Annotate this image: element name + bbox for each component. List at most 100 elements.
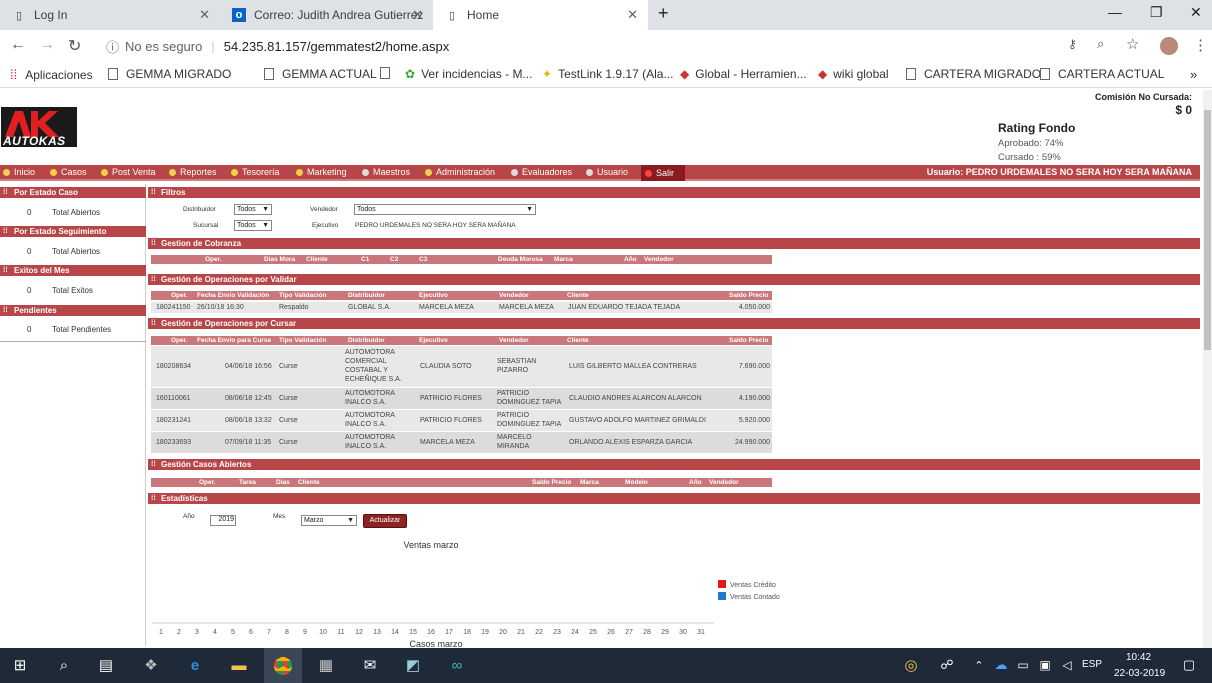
menu-usuario[interactable]: Usuario — [586, 167, 628, 177]
bookmark-item[interactable]: CARTERA ACTUAL — [1040, 67, 1164, 81]
page-icon — [1040, 68, 1050, 80]
logo-text: AUTOKAS — [3, 134, 66, 148]
forward-icon[interactable]: → — [39, 36, 55, 54]
bookmark-item[interactable]: ✦ TestLink 1.9.17 (Ala... — [542, 67, 673, 81]
bookmark-item[interactable]: ◆ Global - Herramien... — [680, 67, 807, 81]
bookmark-item[interactable]: GEMMA ACTUAL — [264, 67, 377, 81]
battery-icon[interactable]: ▭ — [1012, 655, 1034, 675]
more-bookmarks-icon[interactable]: » — [1190, 67, 1197, 82]
people-icon[interactable]: ☍ — [936, 655, 958, 675]
menu-evaluadores[interactable]: Evaluadores — [511, 167, 572, 177]
menu-reportes[interactable]: Reportes — [169, 167, 217, 177]
folder-icon — [169, 168, 176, 176]
actualizar-button[interactable]: Actualizar — [363, 514, 407, 528]
file-explorer-icon[interactable]: ▬ — [228, 655, 250, 675]
avatar[interactable] — [1160, 37, 1178, 55]
chevron-up-icon[interactable]: ⌃ — [968, 655, 990, 675]
table-row[interactable]: 180241150 26/10/18 16:30 Respaldo GLOBAL… — [151, 302, 772, 313]
anio-input[interactable]: 2019 — [210, 515, 236, 526]
tab-log-in[interactable]: ▯ Log In ✕ — [0, 0, 220, 30]
mail-icon[interactable]: ✉ — [359, 655, 381, 675]
network-icon[interactable]: ▣ — [1034, 655, 1056, 675]
security-warning: No es seguro — [125, 38, 203, 54]
x-tick-label: 3 — [195, 629, 199, 636]
coin-icon — [231, 168, 238, 176]
menu-maestros[interactable]: Maestros — [362, 167, 410, 177]
restore-icon[interactable]: ❐ — [1150, 4, 1163, 21]
folder-icon — [296, 168, 303, 176]
clock-time[interactable]: 10:42 — [1126, 652, 1151, 663]
app-icon[interactable]: ◩ — [402, 655, 424, 675]
new-tab-icon[interactable]: + — [658, 3, 669, 24]
language-indicator[interactable]: ESP — [1082, 659, 1102, 670]
menu-post-venta[interactable]: Post Venta — [101, 167, 156, 177]
table-row[interactable]: 180208634 04/06/18 16:56 Curse AUTOMOTOR… — [151, 346, 772, 387]
scrollbar[interactable] — [1203, 90, 1212, 648]
store-icon[interactable]: ▦ — [315, 655, 337, 675]
menu-tesoreria[interactable]: Tesorería — [231, 167, 280, 177]
bookmark-item[interactable] — [380, 67, 398, 79]
menu-administracion[interactable]: Administración — [425, 167, 495, 177]
reload-icon[interactable]: ↻ — [68, 36, 81, 56]
oper-link[interactable]: 180208634 — [156, 362, 191, 371]
cell: 7.690.000 — [738, 363, 770, 370]
bookmark-item[interactable]: ✿ Ver incidencias - M... — [405, 67, 532, 81]
close-tab-icon[interactable]: ✕ — [627, 7, 638, 23]
column-header: Vendedor — [499, 292, 529, 299]
minimize-icon[interactable]: — — [1108, 4, 1122, 20]
scrollbar-thumb[interactable] — [1204, 110, 1211, 350]
notification-app-icon[interactable]: ◎ — [900, 655, 922, 675]
menu-casos[interactable]: Casos — [50, 167, 87, 177]
menu-icon[interactable]: ⋮ — [1193, 36, 1208, 54]
search-icon[interactable]: ⌕ — [53, 655, 75, 675]
x-tick-label: 25 — [589, 629, 597, 636]
close-tab-icon[interactable]: ✕ — [412, 7, 423, 23]
section-cobranza-header: Gestion de Cobranza — [148, 238, 1200, 249]
back-icon[interactable]: ← — [10, 36, 26, 54]
table-row[interactable]: 160110061 08/06/18 12:45 Curse AUTOMOTOR… — [151, 388, 772, 409]
volume-icon[interactable]: ◁ — [1056, 655, 1078, 675]
cursar-table-header: Oper. Fecha Envio para Curse Tipo Valida… — [151, 336, 772, 345]
vendedor-select[interactable]: Todos — [354, 204, 536, 215]
clock-date[interactable]: 22-03-2019 — [1114, 668, 1165, 679]
chrome-taskbar-button[interactable] — [264, 648, 302, 683]
arduino-icon[interactable]: ∞ — [446, 655, 468, 675]
close-window-icon[interactable]: ✕ — [1190, 4, 1202, 21]
cell: 04/06/18 16:56 — [225, 363, 272, 370]
x-axis-label: Casos marzo — [409, 639, 462, 648]
bookmark-item[interactable]: GEMMA MIGRADO — [108, 67, 231, 81]
oper-link[interactable]: 180231241 — [156, 416, 191, 425]
sucursal-select[interactable]: Todos — [234, 220, 272, 231]
dropbox-icon[interactable]: ❖ — [140, 655, 162, 675]
ejecutivo-label: Ejecutivo — [312, 222, 339, 229]
column-header: Vendedor — [709, 479, 739, 486]
oper-link[interactable]: 160110061 — [156, 394, 191, 403]
bookmark-apps[interactable]: ⁞⁞ Aplicaciones — [10, 67, 93, 82]
apps-grid-icon: ⁞⁞ — [10, 67, 18, 82]
action-center-icon[interactable]: ▢ — [1178, 655, 1200, 675]
table-row[interactable]: 180233693 07/09/18 11:35 Curse AUTOMOTOR… — [151, 432, 772, 453]
menu-salir[interactable]: Salir — [641, 165, 685, 181]
tab-title: Home — [467, 8, 500, 22]
tab-home[interactable]: ▯ Home ✕ — [433, 0, 648, 30]
onedrive-icon[interactable]: ☁ — [990, 655, 1012, 675]
distribuidor-select[interactable]: Todos — [234, 204, 272, 215]
oper-link[interactable]: 180241150 — [156, 303, 191, 312]
address-bar[interactable]: ⓘ No es seguro | 54.235.81.157/gemmatest… — [96, 35, 1154, 57]
task-view-icon[interactable]: ▤ — [95, 655, 117, 675]
table-row[interactable]: 180231241 08/06/18 13:32 Curse AUTOMOTOR… — [151, 410, 772, 431]
x-tick-label: 15 — [409, 629, 417, 636]
tab-correo[interactable]: o Correo: Judith Andrea Gutierrez ✕ — [220, 0, 433, 30]
global-icon: ◆ — [680, 67, 690, 81]
oper-link[interactable]: 180233693 — [156, 438, 191, 447]
tab-title: Log In — [34, 8, 68, 22]
windows-start-icon[interactable]: ⊞ — [9, 655, 31, 675]
bookmark-item[interactable]: CARTERA MIGRADO — [906, 67, 1041, 81]
x-tick-label: 24 — [571, 629, 579, 636]
edge-icon[interactable]: e — [184, 655, 206, 675]
mes-select[interactable]: Marzo — [301, 515, 357, 526]
menu-marketing[interactable]: Marketing — [296, 167, 347, 177]
menu-inicio[interactable]: Inicio — [3, 167, 35, 177]
close-tab-icon[interactable]: ✕ — [199, 7, 210, 23]
bookmark-item[interactable]: ◆ wiki global — [818, 67, 889, 81]
